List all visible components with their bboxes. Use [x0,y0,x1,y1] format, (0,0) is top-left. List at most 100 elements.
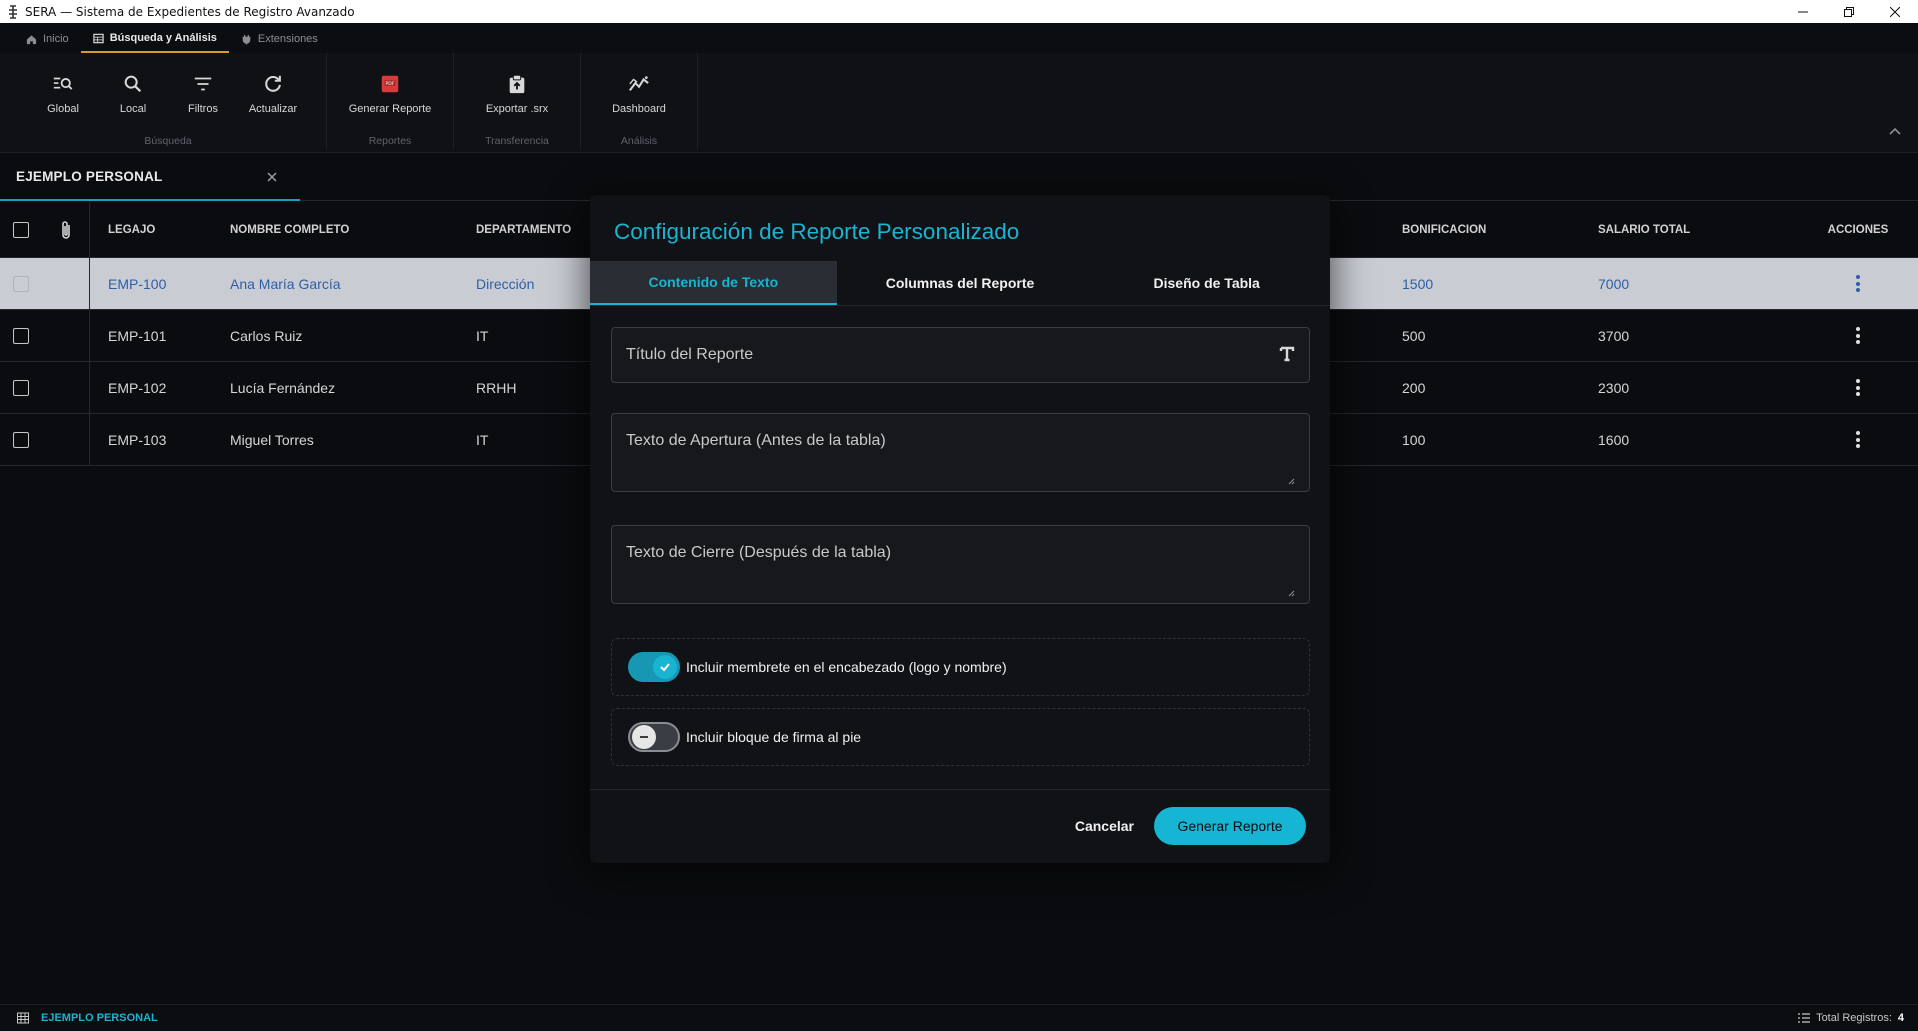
ribbon-group-label: Búsqueda [144,135,192,147]
close-tab-icon[interactable] [264,169,280,185]
signature-switch[interactable] [628,722,680,752]
ribbon-tab-label: Inicio [43,33,69,45]
row-select-cell [0,327,42,344]
pdf-icon: PDF [381,75,399,93]
plugin-icon [242,34,251,45]
collapse-ribbon-button[interactable] [1888,123,1902,141]
cell-legajo: EMP-100 [108,275,167,292]
opening-text-area[interactable]: Texto de Apertura (Antes de la tabla) [611,413,1310,492]
refresh-button[interactable]: Actualizar [238,59,308,119]
column-header-legajo[interactable]: LEGAJO [90,224,230,236]
chart-line-icon [629,76,649,92]
list-icon [1798,1013,1811,1023]
select-all-checkbox[interactable] [13,221,29,238]
attachment-cell [42,362,90,413]
row-checkbox[interactable] [13,431,29,448]
cell-salario: 1600 [1598,431,1630,448]
select-all-cell [0,221,42,238]
status-bar: EJEMPLO PERSONAL Total Registros: 4 [0,1004,1918,1031]
letterhead-switch[interactable] [628,652,680,682]
doc-tab-ejemplo-personal[interactable]: EJEMPLO PERSONAL [0,153,300,201]
tab-contenido-texto[interactable]: Contenido de Texto [590,261,837,305]
cell-legajo: EMP-101 [108,327,167,344]
cell-nombre: Carlos Ruiz [230,327,303,344]
ribbon-tab-extensiones[interactable]: Extensiones [229,25,330,53]
table-icon [92,33,104,43]
dialog-title: Configuración de Reporte Personalizado [614,219,1020,244]
cell-bonificacion: 500 [1402,327,1426,344]
button-label: Dashboard [612,103,666,115]
ribbon-tab-inicio[interactable]: Inicio [14,25,81,53]
switch-knob [632,725,656,749]
report-title-input[interactable]: Título del Reporte [611,327,1310,383]
report-config-dialog: Configuración de Reporte Personalizado C… [590,195,1330,863]
cell-legajo: EMP-103 [108,431,167,448]
window-title: SERA — Sistema de Expedientes de Registr… [25,4,355,19]
total-records-value: 4 [1897,1012,1904,1024]
local-search-button[interactable]: Local [98,59,168,119]
row-checkbox[interactable] [13,327,29,344]
closing-text-placeholder: Texto de Cierre (Después de la tabla) [626,544,892,561]
app-icon [6,4,20,19]
restore-button[interactable] [1826,0,1872,23]
check-icon [660,663,670,672]
dashboard-button[interactable]: Dashboard [599,59,679,119]
signature-option: Incluir bloque de firma al pie [611,708,1310,766]
column-header-acciones: ACCIONES [1827,223,1889,236]
ribbon-tab-busqueda[interactable]: Búsqueda y Análisis [80,25,229,53]
attachment-cell [42,310,90,361]
chevron-up-icon [1889,127,1901,135]
close-icon [1890,6,1900,17]
button-label: Local [119,103,147,115]
row-select-cell [0,379,42,396]
resize-handle-icon[interactable] [1287,589,1295,597]
tab-diseno-tabla[interactable]: Diseño de Tabla [1083,261,1330,305]
more-vertical-icon [1856,327,1860,344]
letterhead-label: Incluir membrete en el encabezado (logo … [686,659,1007,675]
row-actions-button[interactable] [1803,327,1913,344]
column-header-bonificacion[interactable]: BONIFICACION [1402,224,1598,236]
dialog-tabs: Contenido de Texto Columnas del Reporte … [590,261,1330,306]
title-bar: SERA — Sistema de Expedientes de Registr… [0,0,1918,23]
row-actions-button[interactable] [1803,275,1913,292]
button-label: Generar Reporte [348,103,432,115]
row-checkbox[interactable] [13,379,29,396]
total-records-label: Total Registros: [1816,1012,1892,1024]
closing-text-area[interactable]: Texto de Cierre (Después de la tabla) [611,525,1310,604]
export-srx-button[interactable]: Exportar .srx [472,59,562,119]
ribbon-group-label: Reportes [368,135,412,147]
column-header-nombre[interactable]: NOMBRE COMPLETO [230,224,476,236]
global-search-button[interactable]: Global [28,59,98,119]
row-actions-button[interactable] [1803,431,1913,448]
switch-knob [653,655,677,679]
cancel-button[interactable]: Cancelar [1075,818,1134,834]
cell-salario: 2300 [1598,379,1630,396]
resize-handle-icon[interactable] [1287,477,1295,485]
filter-icon [194,77,212,91]
close-window-button[interactable] [1872,0,1918,23]
text-format-icon [1279,346,1295,362]
filters-button[interactable]: Filtros [168,59,238,119]
generate-report-submit-button[interactable]: Generar Reporte [1154,807,1306,845]
ribbon-group-label: Análisis [620,135,658,147]
ribbon-tab-label: Extensiones [257,33,318,45]
generate-report-button[interactable]: PDF Generar Reporte [345,59,435,119]
row-select-cell [0,275,42,292]
button-label: Global [47,103,79,115]
cell-bonificacion: 1500 [1402,275,1434,292]
search-icon [124,75,142,93]
attachment-cell [42,414,90,465]
minus-icon [640,736,648,738]
row-checkbox[interactable] [13,275,29,292]
cell-salario: 3700 [1598,327,1630,344]
report-title-placeholder: Título del Reporte [626,346,754,363]
minimize-button[interactable] [1780,0,1826,23]
column-header-salario[interactable]: SALARIO TOTAL [1598,224,1803,236]
doc-tab-label: EJEMPLO PERSONAL [16,168,163,184]
row-actions-button[interactable] [1803,379,1913,396]
record-count: Total Registros: 4 [1798,1012,1904,1024]
attachment-cell [42,258,90,309]
tab-columnas-reporte[interactable]: Columnas del Reporte [837,261,1084,305]
paperclip-icon [61,220,70,239]
cell-bonificacion: 200 [1402,379,1426,396]
